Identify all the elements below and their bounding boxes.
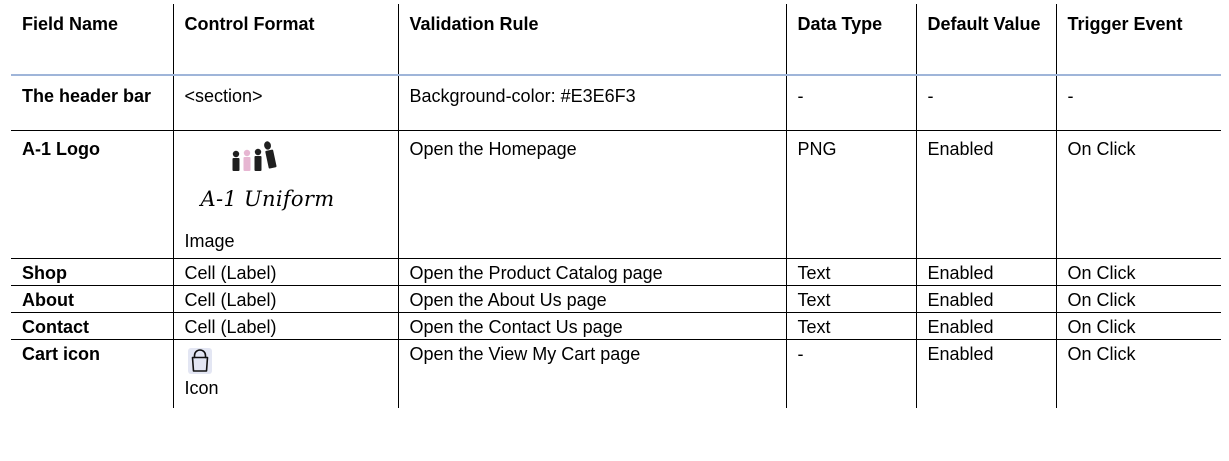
cell-trigger-event: On Click	[1055, 339, 1221, 408]
cell-trigger-event: On Click	[1055, 130, 1221, 259]
table-body: The header bar <section> Background-colo…	[11, 75, 1221, 408]
cell-validation-rule: Open the Homepage	[397, 130, 787, 259]
logo-script-text: A-1 Uniform	[200, 187, 335, 211]
table-row: A-1 Logo A-1 Uniform Image Open the Home…	[11, 130, 1221, 259]
header-row: Field Name Control Format Validation Rul…	[11, 4, 1221, 76]
table-row: Contact Cell (Label) Open the Contact Us…	[11, 312, 1221, 340]
cell-validation-rule: Open the Contact Us page	[397, 312, 787, 340]
cell-validation-rule: Open the About Us page	[397, 285, 787, 313]
table-row: Cart icon Icon Open the View My Cart pag…	[11, 339, 1221, 408]
cell-control-format: <section>	[172, 75, 399, 131]
header-control-format: Control Format	[172, 4, 399, 76]
header-trigger-event: Trigger Event	[1055, 4, 1221, 76]
cell-trigger-event: -	[1055, 75, 1221, 131]
table-row: Shop Cell (Label) Open the Product Catal…	[11, 258, 1221, 286]
cell-default-value: Enabled	[915, 339, 1057, 408]
cell-data-type: Text	[785, 312, 917, 340]
control-format-label: Icon	[184, 378, 219, 398]
cell-default-value: Enabled	[915, 258, 1057, 286]
cell-field-name: About	[11, 285, 174, 313]
cell-trigger-event: On Click	[1055, 312, 1221, 340]
cell-control-format: Cell (Label)	[172, 285, 399, 313]
cell-default-value: Enabled	[915, 285, 1057, 313]
table-row: The header bar <section> Background-colo…	[11, 75, 1221, 131]
table-header: Field Name Control Format Validation Rul…	[11, 4, 1221, 76]
shopping-bag-icon	[187, 348, 212, 374]
header-data-type: Data Type	[785, 4, 917, 76]
cell-trigger-event: On Click	[1055, 285, 1221, 313]
cell-control-format: A-1 Uniform Image	[172, 130, 399, 259]
figures-logo-icon	[232, 141, 277, 171]
control-format-label: Image	[184, 231, 235, 251]
document-page: Field Name Control Format Validation Rul…	[0, 0, 1229, 461]
cell-default-value: Enabled	[915, 312, 1057, 340]
cell-validation-rule: Background-color: #E3E6F3	[397, 75, 787, 131]
cell-data-type: Text	[785, 258, 917, 286]
cell-trigger-event: On Click	[1055, 258, 1221, 286]
cell-data-type: -	[785, 75, 917, 131]
header-validation-rule: Validation Rule	[397, 4, 787, 76]
a1-uniform-logo: A-1 Uniform	[200, 137, 335, 229]
header-default-value: Default Value	[915, 4, 1057, 76]
cell-field-name: A-1 Logo	[11, 130, 174, 259]
cell-field-name: Contact	[11, 312, 174, 340]
cell-default-value: -	[915, 75, 1057, 131]
cell-validation-rule: Open the View My Cart page	[397, 339, 787, 408]
cell-field-name: The header bar	[11, 75, 174, 131]
cell-validation-rule: Open the Product Catalog page	[397, 258, 787, 286]
cell-data-type: Text	[785, 285, 917, 313]
cell-field-name: Cart icon	[11, 339, 174, 408]
field-spec-table: Field Name Control Format Validation Rul…	[11, 4, 1221, 408]
header-field-name: Field Name	[11, 4, 174, 76]
cell-data-type: PNG	[785, 130, 917, 259]
cell-default-value: Enabled	[915, 130, 1057, 259]
table-row: About Cell (Label) Open the About Us pag…	[11, 285, 1221, 313]
cell-control-format: Cell (Label)	[172, 258, 399, 286]
cell-control-format: Icon	[172, 339, 399, 408]
cell-field-name: Shop	[11, 258, 174, 286]
cell-data-type: -	[785, 339, 917, 408]
cell-control-format: Cell (Label)	[172, 312, 399, 340]
